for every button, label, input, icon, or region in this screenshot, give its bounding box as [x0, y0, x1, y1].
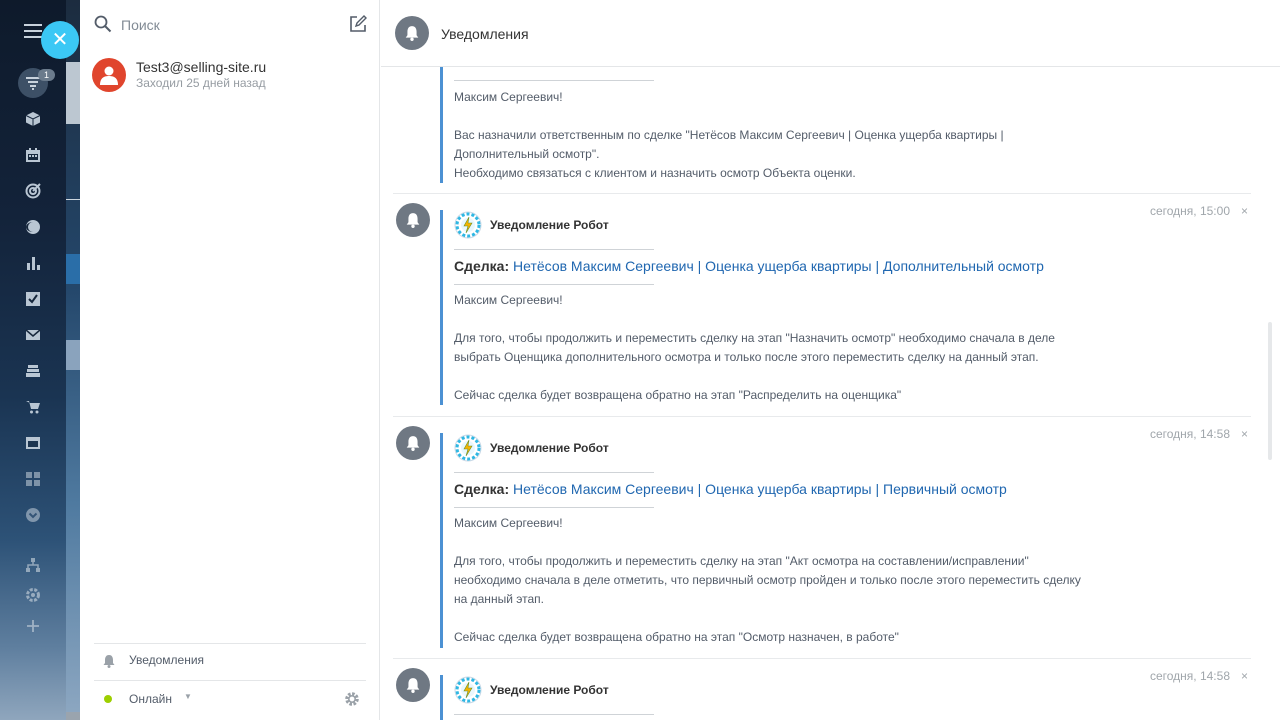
notification-item: сегодня, 14:58 × Уведомление Робот [381, 659, 1251, 720]
notification-text: Максим Сергеевич! [454, 516, 563, 530]
chevron-down-icon[interactable] [23, 505, 43, 525]
notification-time: сегодня, 14:58 [1149, 669, 1230, 683]
status-selector[interactable]: Онлайн ▼ [104, 690, 366, 708]
divider [94, 680, 366, 681]
search-bar [94, 14, 370, 36]
robot-avatar-icon [454, 676, 482, 704]
rail-counter-badge: 1 [38, 69, 55, 81]
notifications-header: Уведомления [381, 0, 1280, 67]
notification-text: необходимо сначала в деле отметить, что … [454, 573, 1081, 587]
notifications-pane: Максим Сергеевич! Вас назначили ответств… [381, 0, 1280, 720]
notification-item: сегодня, 14:58 × Уведомление Робот Сделк… [381, 417, 1251, 659]
notifications-bell-icon [395, 16, 429, 50]
notification-accent-bar [440, 50, 443, 183]
notification-text: Максим Сергеевич! [454, 293, 563, 307]
notification-bell-icon [396, 203, 430, 237]
dismiss-notification-button[interactable]: × [1241, 427, 1248, 441]
notification-accent-bar [440, 210, 443, 405]
checkbox-icon[interactable] [23, 289, 43, 309]
notification-bell-icon [396, 426, 430, 460]
plus-icon[interactable] [23, 616, 43, 636]
notification-body: Максим Сергеевич! Вас назначили ответств… [454, 88, 1154, 183]
notification-bell-icon [396, 668, 430, 702]
contact-last-seen: Заходил 25 дней назад [136, 76, 266, 90]
grid-icon[interactable] [23, 469, 43, 489]
notification-text: Сейчас сделка будет возвращена обратно н… [454, 388, 902, 402]
stack-icon[interactable] [23, 361, 43, 381]
contacts-panel: Test3@selling-site.ru Заходил 25 дней на… [80, 0, 380, 720]
clock-icon[interactable] [23, 217, 43, 237]
page-title: Уведомления [441, 26, 529, 42]
divider [94, 643, 366, 644]
sender-name: Уведомление Робот [490, 218, 609, 232]
sender-name: Уведомление Робот [490, 683, 609, 697]
notification-body: Максим Сергеевич! Для того, чтобы продол… [454, 291, 1154, 405]
compose-icon[interactable] [348, 14, 368, 34]
divider [454, 472, 654, 473]
deal-link[interactable]: Нетёсов Максим Сергеевич | Оценка ущерба… [513, 258, 1044, 274]
divider [454, 249, 654, 250]
deal-line: Сделка: Нетёсов Максим Сергеевич | Оценк… [454, 481, 1007, 497]
calendar-icon[interactable] [23, 145, 43, 165]
sitemap-icon[interactable] [23, 555, 43, 575]
dismiss-notification-button[interactable]: × [1241, 669, 1248, 683]
user-icon [100, 66, 118, 85]
notification-text: Сейчас сделка будет возвращена обратно н… [454, 630, 899, 644]
deal-line: Сделка: Нетёсов Максим Сергеевич | Оценк… [454, 258, 1044, 274]
notification-time: сегодня, 15:00 [1149, 204, 1230, 218]
notification-text: выбрать Оценщика дополнительного осмотра… [454, 350, 1039, 364]
status-label: Онлайн [129, 692, 172, 706]
avatar [92, 58, 126, 92]
notification-text: Максим Сергеевич! [454, 90, 563, 104]
deal-label: Сделка: [454, 258, 510, 274]
box-icon[interactable] [23, 109, 43, 129]
online-status-dot [104, 695, 112, 703]
scrollbar-thumb[interactable] [1268, 322, 1272, 460]
robot-avatar-icon [454, 434, 482, 462]
deal-label: Сделка: [454, 481, 510, 497]
sender-name: Уведомление Робот [490, 441, 609, 455]
divider [454, 714, 654, 715]
notification-accent-bar [440, 433, 443, 648]
notification-accent-bar [440, 675, 443, 720]
notification-text: Необходимо связаться с клиентом и назнач… [454, 166, 856, 180]
deal-link[interactable]: Нетёсов Максим Сергеевич | Оценка ущерба… [513, 481, 1007, 497]
caret-down-icon[interactable]: ▼ [184, 692, 192, 701]
notifications-label: Уведомления [129, 653, 205, 667]
dismiss-notification-button[interactable]: × [1241, 204, 1248, 218]
window-icon[interactable] [23, 433, 43, 453]
close-messenger-button[interactable]: ✕ [41, 21, 79, 59]
contact-name: Test3@selling-site.ru [136, 59, 267, 75]
contact-list-item[interactable]: Test3@selling-site.ru Заходил 25 дней на… [92, 57, 368, 95]
robot-avatar-icon [454, 211, 482, 239]
notification-text: Дополнительный осмотр". [454, 147, 600, 161]
divider [454, 284, 654, 285]
gear-icon[interactable] [23, 585, 43, 605]
notification-text: на данный этап. [454, 592, 544, 606]
search-icon [94, 15, 112, 33]
notification-text: Для того, чтобы продолжить и переместить… [454, 331, 1055, 345]
divider [454, 507, 654, 508]
divider [454, 80, 654, 81]
target-icon[interactable] [23, 181, 43, 201]
notification-body: Максим Сергеевич! Для того, чтобы продол… [454, 514, 1154, 647]
notification-text: Для того, чтобы продолжить и переместить… [454, 554, 1029, 568]
search-input[interactable] [121, 14, 341, 36]
notification-time: сегодня, 14:58 [1149, 427, 1230, 441]
settings-icon[interactable] [344, 691, 360, 707]
mail-icon[interactable] [23, 325, 43, 345]
notification-text: Вас назначили ответственным по сделке "Н… [454, 128, 1004, 142]
cart-icon[interactable] [23, 397, 43, 417]
bar-chart-icon[interactable] [23, 253, 43, 273]
background-page-strip [66, 0, 80, 720]
notification-item: сегодня, 15:00 × Уведомление Робот Сделк… [381, 194, 1251, 417]
bell-icon [103, 655, 115, 668]
menu-icon[interactable] [24, 24, 42, 38]
left-nav-rail: 1 [0, 0, 66, 720]
